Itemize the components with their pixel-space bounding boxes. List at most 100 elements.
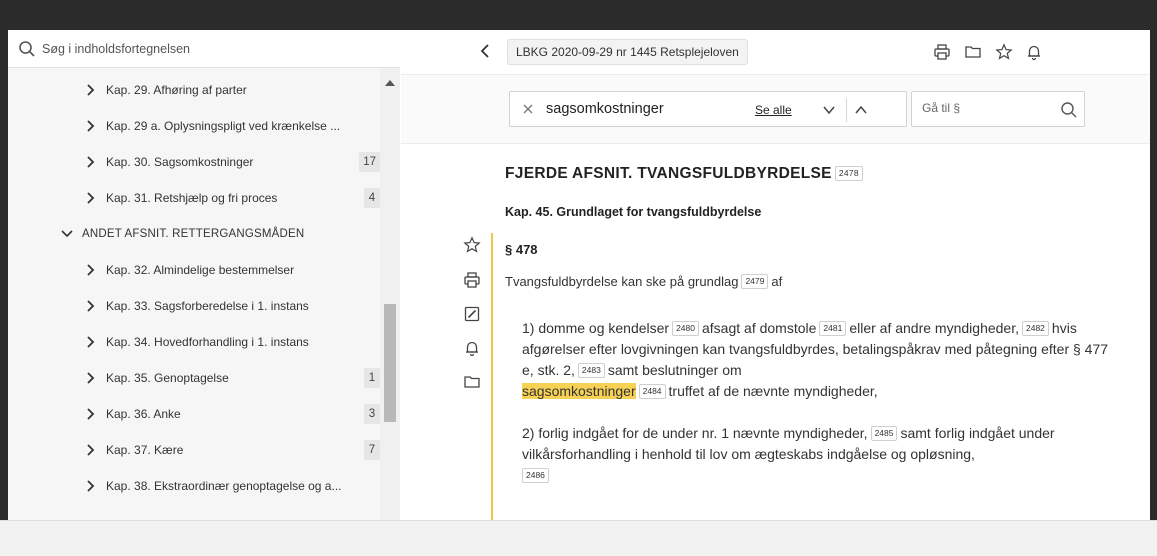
reference-badge[interactable]: 2486 (522, 468, 549, 483)
see-all-link[interactable]: Se alle (755, 103, 792, 117)
table-of-contents-sidebar: Kap. 29. Afhøring af parter Kap. 29 a. O… (8, 30, 400, 520)
folder-icon[interactable] (463, 373, 481, 391)
chevron-right-icon (87, 264, 95, 276)
toc-item-andet-afsnit[interactable]: ANDET AFSNIT. RETTERGANGSMÅDEN (8, 216, 380, 252)
divider (846, 98, 847, 122)
toc-item-kap-34[interactable]: Kap. 34. Hovedforhandling i 1. instans (8, 324, 380, 360)
section-lead-text: Tvangsfuldbyrdelse kan ske på grundlag (505, 274, 739, 289)
hit-count-badge: 4 (364, 188, 380, 208)
toc-item-kap-32[interactable]: Kap. 32. Almindelige bestemmelser (8, 252, 380, 288)
text: eller af andre myndigheder, (849, 320, 1019, 336)
back-chevron-icon[interactable] (477, 42, 495, 60)
chevron-right-icon (87, 480, 95, 492)
reference-badge[interactable]: 2481 (819, 321, 847, 336)
chevron-right-icon (87, 444, 95, 456)
reference-badge[interactable]: 2480 (672, 321, 699, 336)
toc-item-kap-38[interactable]: Kap. 38. Ekstraordinær genoptagelse og a… (8, 468, 380, 504)
document-title-chip[interactable]: LBKG 2020-09-29 nr 1445 Retsplejeloven (507, 39, 748, 65)
text: afsagt af domstole (702, 320, 817, 336)
chevron-right-icon (87, 372, 95, 384)
reference-badge[interactable]: 2484 (638, 384, 666, 399)
toc-item-kap-35[interactable]: Kap. 35. Genoptagelse 1 (8, 360, 380, 396)
search-icon[interactable] (1060, 101, 1078, 119)
toc-item-kap-31[interactable]: Kap. 31. Retshjælp og fri proces 4 (8, 180, 380, 216)
part-title-text: FJERDE AFSNIT. TVANGSFULDBYRDELSE (505, 165, 832, 182)
hit-count-badge: 3 (364, 404, 380, 424)
document-search-box[interactable]: sagsomkostninger Se alle (509, 91, 907, 127)
text: truffet af de nævnte myndigheder, (668, 383, 878, 399)
document-toolbar: LBKG 2020-09-29 nr 1445 Retsplejeloven (401, 30, 1150, 74)
toc-item-label: Kap. 32. Almindelige bestemmelser (106, 263, 295, 277)
chevron-right-icon (87, 300, 95, 312)
search-row: sagsomkostninger Se alle (401, 74, 1150, 144)
reference-badge[interactable]: 2483 (577, 363, 605, 378)
text: samt beslutninger om (607, 362, 742, 378)
toc-search-input[interactable] (42, 41, 372, 56)
search-term[interactable]: sagsomkostninger (546, 101, 664, 117)
toc-item-kap-29[interactable]: Kap. 29. Afhøring af parter (8, 72, 380, 108)
document-content: FJERDE AFSNIT. TVANGSFULDBYRDELSE 2478 Ka… (401, 145, 1150, 520)
document-viewer: LBKG 2020-09-29 nr 1445 Retsplejeloven s… (401, 30, 1150, 520)
next-hit-chevron-down-icon[interactable] (821, 102, 837, 118)
scroll-up-arrow-icon[interactable] (385, 80, 395, 86)
search-icon[interactable] (18, 40, 36, 58)
print-icon[interactable] (933, 43, 951, 61)
section-marker-bar (491, 233, 493, 520)
toc-item-kap-36[interactable]: Kap. 36. Anke 3 (8, 396, 380, 432)
goto-section-input[interactable] (922, 101, 1052, 115)
toc-item-label: Kap. 33. Sagsforberedelse i 1. instans (106, 299, 309, 313)
toc-scrollbar[interactable] (380, 68, 400, 520)
reference-badge[interactable]: 2482 (1022, 321, 1049, 336)
toc-item-label: ANDET AFSNIT. RETTERGANGSMÅDEN (82, 228, 305, 240)
toc-search-bar (8, 30, 400, 68)
toc-item-label: Kap. 37. Kære (106, 443, 184, 457)
part-title: FJERDE AFSNIT. TVANGSFULDBYRDELSE 2478 (505, 165, 866, 183)
bottom-bar (0, 520, 1157, 556)
toc-item-label: Kap. 38. Ekstraordinær genoptagelse og a… (106, 479, 342, 493)
chapter-title: Kap. 45. Grundlaget for tvangsfuldbyrdel… (505, 205, 762, 219)
section-title: § 478 (505, 242, 538, 257)
text: 2) forlig indgået for de under nr. 1 næv… (522, 425, 868, 441)
chevron-right-icon (87, 192, 95, 204)
chevron-right-icon (87, 408, 95, 420)
section-lead: Tvangsfuldbyrdelse kan ske på grundlag 24… (505, 274, 782, 289)
hit-count-badge: 1 (364, 368, 380, 388)
toc-item-label: Kap. 36. Anke (106, 407, 181, 421)
reference-badge[interactable]: 2485 (870, 426, 898, 441)
hit-count-badge: 7 (364, 440, 380, 460)
toc-item-kap-30[interactable]: Kap. 30. Sagsomkostninger 17 (8, 144, 380, 180)
edit-note-icon[interactable] (463, 305, 481, 323)
chevron-right-icon (87, 156, 95, 168)
paragraph-item-1: 1) domme og kendelser 2480 afsagt af domst… (522, 318, 1122, 402)
toc-item-label: Kap. 31. Retshjælp og fri proces (106, 191, 278, 205)
chevron-right-icon (87, 336, 95, 348)
star-icon[interactable] (995, 43, 1013, 61)
bell-icon[interactable] (1025, 43, 1043, 61)
toc-item-kap-29a[interactable]: Kap. 29 a. Oplysningspligt ved krænkelse… (8, 108, 380, 144)
toc-item-label: Kap. 34. Hovedforhandling i 1. instans (106, 335, 309, 349)
chevron-right-icon (87, 84, 95, 96)
goto-section-box[interactable] (911, 91, 1085, 127)
toc-item-kap-37[interactable]: Kap. 37. Kære 7 (8, 432, 380, 468)
bell-icon[interactable] (463, 339, 481, 357)
previous-hit-chevron-up-icon[interactable] (853, 102, 869, 118)
hit-count-badge: 17 (359, 152, 380, 172)
star-outline-icon[interactable] (463, 236, 481, 254)
clear-search-icon[interactable] (522, 103, 534, 115)
scrollbar-thumb[interactable] (384, 304, 396, 422)
paragraph-item-2: 2) forlig indgået for de under nr. 1 næv… (522, 423, 1122, 486)
chevron-right-icon (87, 120, 95, 132)
toc-item-label: Kap. 29 a. Oplysningspligt ved krænkelse… (106, 119, 341, 133)
folder-icon[interactable] (964, 43, 982, 61)
text: 1) domme og kendelser (522, 320, 670, 336)
reference-badge[interactable]: 2478 (834, 166, 863, 181)
search-highlight: sagsomkostninger (522, 383, 636, 399)
toc-list: Kap. 29. Afhøring af parter Kap. 29 a. O… (8, 68, 380, 520)
toc-item-label: Kap. 35. Genoptagelse (106, 371, 229, 385)
toc-item-kap-33[interactable]: Kap. 33. Sagsforberedelse i 1. instans (8, 288, 380, 324)
app-window: Kap. 29. Afhøring af parter Kap. 29 a. O… (8, 30, 1150, 520)
reference-badge[interactable]: 2479 (741, 274, 769, 289)
toc-item-label: Kap. 30. Sagsomkostninger (106, 155, 254, 169)
toc-item-label: Kap. 29. Afhøring af parter (106, 83, 247, 97)
print-icon[interactable] (463, 271, 481, 289)
